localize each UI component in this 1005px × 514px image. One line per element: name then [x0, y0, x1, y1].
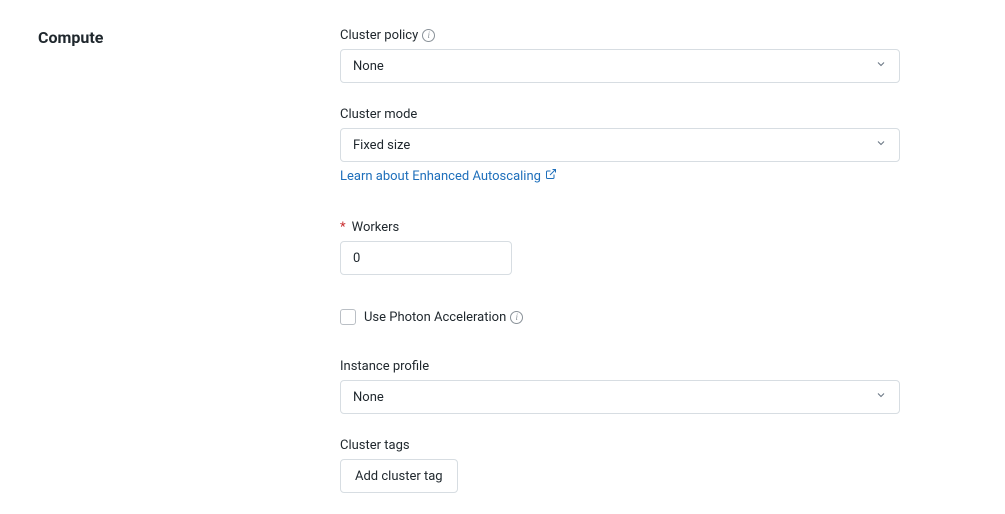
chevron-down-icon [875, 58, 887, 74]
instance-profile-field: Instance profile None [340, 359, 900, 414]
section-title: Compute [38, 28, 340, 47]
required-indicator: * [340, 220, 346, 235]
cluster-policy-select[interactable]: None [340, 49, 900, 83]
workers-field: * Workers [340, 220, 900, 275]
cluster-tags-field: Cluster tags Add cluster tag [340, 438, 900, 493]
cluster-policy-label-text: Cluster policy [340, 28, 418, 43]
instance-profile-label-text: Instance profile [340, 359, 429, 374]
photon-field: Use Photon Acceleration i [340, 309, 900, 325]
info-icon[interactable]: i [510, 311, 523, 324]
info-icon[interactable]: i [422, 29, 435, 42]
photon-checkbox[interactable] [340, 309, 356, 325]
workers-label: * Workers [340, 220, 900, 235]
instance-profile-select[interactable]: None [340, 380, 900, 414]
enhanced-autoscaling-link-text: Learn about Enhanced Autoscaling [340, 169, 541, 184]
enhanced-autoscaling-link[interactable]: Learn about Enhanced Autoscaling [340, 168, 557, 184]
cluster-mode-label-text: Cluster mode [340, 107, 417, 122]
chevron-down-icon [875, 137, 887, 153]
instance-profile-label: Instance profile [340, 359, 900, 374]
add-cluster-tag-button[interactable]: Add cluster tag [340, 459, 458, 493]
cluster-tags-label-text: Cluster tags [340, 438, 410, 453]
workers-label-text: Workers [352, 220, 400, 235]
cluster-policy-field: Cluster policy i None [340, 28, 900, 83]
photon-label: Use Photon Acceleration i [364, 310, 523, 325]
cluster-policy-value: None [353, 59, 384, 74]
cluster-mode-field: Cluster mode Fixed size Learn about Enha… [340, 107, 900, 184]
instance-profile-value: None [353, 390, 384, 405]
cluster-tags-label: Cluster tags [340, 438, 900, 453]
cluster-mode-value: Fixed size [353, 138, 410, 153]
external-link-icon [545, 168, 557, 184]
cluster-policy-label: Cluster policy i [340, 28, 900, 43]
cluster-mode-label: Cluster mode [340, 107, 900, 122]
workers-input[interactable] [340, 241, 512, 275]
chevron-down-icon [875, 389, 887, 405]
photon-label-text: Use Photon Acceleration [364, 310, 506, 325]
cluster-mode-select[interactable]: Fixed size [340, 128, 900, 162]
